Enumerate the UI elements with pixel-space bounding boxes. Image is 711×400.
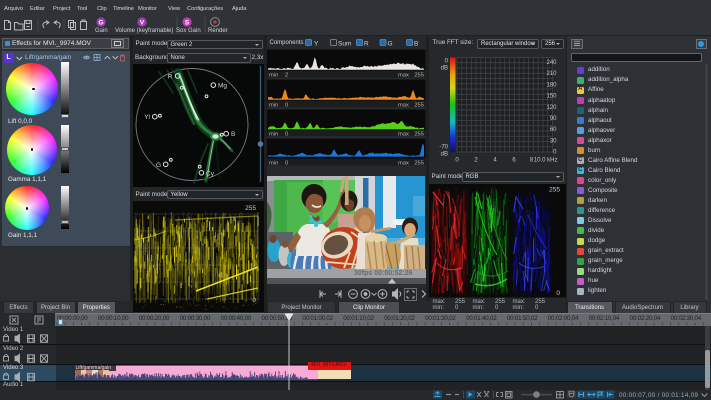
svg-text:V: V bbox=[140, 19, 145, 26]
svg-text:min: min bbox=[269, 160, 278, 166]
svg-text:-70: -70 bbox=[439, 145, 448, 151]
svg-text:255: 255 bbox=[414, 72, 424, 78]
svg-text:120: 120 bbox=[546, 105, 557, 111]
svg-text:255: 255 bbox=[245, 205, 256, 212]
svg-text:Yl: Yl bbox=[144, 114, 150, 121]
svg-text:G: G bbox=[156, 162, 161, 169]
svg-text:R: R bbox=[168, 74, 173, 81]
svg-text:min: min bbox=[269, 102, 278, 108]
svg-text:max: max bbox=[398, 160, 409, 166]
svg-text:min: min bbox=[269, 131, 278, 137]
svg-text:240: 240 bbox=[546, 60, 557, 66]
svg-text:0: 0 bbox=[285, 102, 288, 108]
svg-text:B: B bbox=[231, 131, 235, 138]
svg-text:150: 150 bbox=[546, 94, 557, 100]
svg-text:2: 2 bbox=[285, 72, 288, 78]
svg-text:max: max bbox=[398, 131, 409, 137]
svg-text:Mg: Mg bbox=[218, 83, 227, 90]
svg-text:G: G bbox=[98, 19, 103, 26]
svg-text:30: 30 bbox=[550, 138, 557, 144]
svg-text:255: 255 bbox=[414, 131, 424, 137]
svg-text:Cy: Cy bbox=[206, 170, 215, 177]
svg-text:210: 210 bbox=[546, 71, 557, 77]
svg-text:0: 0 bbox=[556, 290, 560, 297]
svg-text:dB: dB bbox=[441, 66, 448, 72]
svg-text:0: 0 bbox=[252, 297, 256, 304]
svg-text:max: max bbox=[398, 72, 409, 78]
svg-text:10.0 kHz: 10.0 kHz bbox=[534, 158, 558, 164]
svg-text:0: 0 bbox=[455, 158, 459, 164]
svg-text:0: 0 bbox=[285, 160, 288, 166]
svg-text:180: 180 bbox=[546, 82, 557, 88]
svg-text:00:00:07,00 / 00:01:14,09: 00:00:07,00 / 00:01:14,09 bbox=[619, 392, 698, 399]
svg-text:0: 0 bbox=[285, 131, 288, 137]
svg-text:6: 6 bbox=[512, 158, 516, 164]
svg-text:S: S bbox=[185, 19, 190, 26]
svg-text:4: 4 bbox=[493, 158, 497, 164]
svg-text:min: min bbox=[269, 72, 278, 78]
svg-text:255: 255 bbox=[414, 102, 424, 108]
svg-text:2: 2 bbox=[474, 158, 478, 164]
svg-text:60: 60 bbox=[550, 127, 557, 133]
svg-text:0: 0 bbox=[553, 150, 557, 156]
svg-text:0: 0 bbox=[445, 59, 449, 65]
svg-text:255: 255 bbox=[414, 160, 424, 166]
svg-text:255: 255 bbox=[549, 187, 560, 194]
svg-text:90: 90 bbox=[550, 116, 557, 122]
svg-text:max: max bbox=[398, 102, 409, 108]
svg-text:dB: dB bbox=[441, 152, 448, 158]
